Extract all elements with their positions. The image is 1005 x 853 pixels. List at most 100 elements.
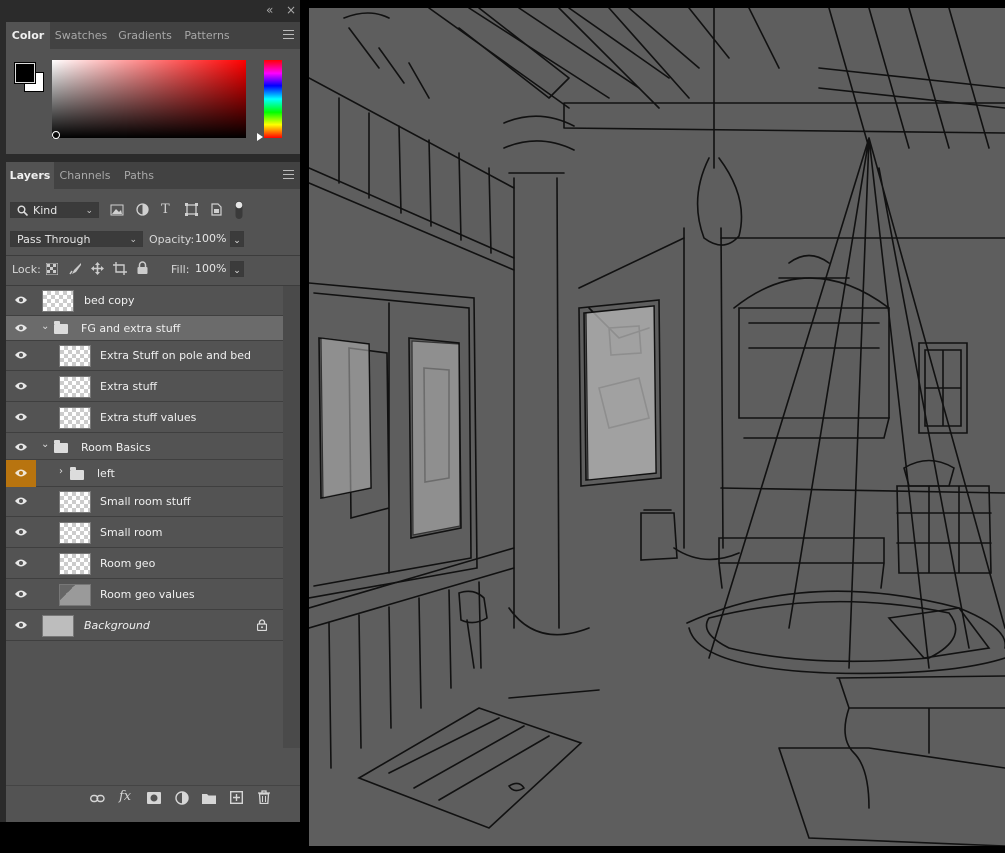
layer-name[interactable]: Room Basics [81,441,151,454]
layer-thumbnail[interactable] [42,615,74,637]
group-expand-chevron-icon[interactable]: › [59,466,63,477]
layer-thumbnail[interactable] [59,407,91,429]
smart-object-filter-icon[interactable] [210,203,222,216]
layer-row-extra-stuff-on-pole-and-bed[interactable]: Extra Stuff on pole and bed [6,341,283,371]
tab-gradients[interactable]: Gradients [112,22,178,49]
fx-icon[interactable]: fx [119,789,131,804]
layer-thumbnail[interactable] [59,584,91,606]
layer-visibility-toggle[interactable] [6,611,36,641]
lock-all-icon[interactable] [137,261,148,275]
group-icon[interactable] [202,792,216,804]
lock-transparent-pixels-icon[interactable] [46,263,58,275]
line-art-illustration [309,8,1005,846]
layer-name[interactable]: Small room stuff [100,495,191,508]
opacity-dropdown-button[interactable]: ⌄ [230,231,244,247]
eye-icon [15,443,27,451]
layer-thumbnail[interactable] [59,522,91,544]
type-layer-filter-icon[interactable]: T [161,203,170,217]
layer-lock-icon [257,619,267,631]
layer-thumbnail[interactable] [59,345,91,367]
layer-visibility-toggle[interactable] [6,434,36,460]
tab-patterns[interactable]: Patterns [178,22,236,49]
layer-row-room-geo[interactable]: Room geo [6,549,283,579]
adjustment-layer-filter-icon[interactable] [136,203,149,216]
document-canvas[interactable] [309,8,1005,846]
eye-icon [15,559,27,567]
group-collapse-chevron-icon[interactable]: ⌄ [41,321,49,332]
layer-visibility-toggle[interactable] [6,341,36,371]
layer-row-small-room[interactable]: Small room [6,518,283,548]
layer-row-small-room-stuff[interactable]: Small room stuff [6,487,283,517]
layer-name[interactable]: FG and extra stuff [81,322,180,335]
adjustment-icon[interactable] [175,791,189,805]
layer-visibility-toggle[interactable] [6,518,36,548]
layer-group-room-basics[interactable]: ⌄ Room Basics [6,434,283,460]
layer-row-extra-stuff[interactable]: Extra stuff [6,372,283,402]
layer-name[interactable]: Extra Stuff on pole and bed [100,349,251,362]
filter-row: Kind ⌄ T [6,200,300,220]
link-icon[interactable] [90,794,105,803]
fill-label: Fill: [171,263,190,276]
layer-thumbnail[interactable] [59,553,91,575]
layer-visibility-toggle[interactable] [6,580,36,610]
tab-channels[interactable]: Channels [54,162,116,189]
layer-thumbnail[interactable] [59,491,91,513]
layer-visibility-toggle[interactable] [6,403,36,433]
hue-slider-handle[interactable] [257,133,263,141]
collapse-panels-icon[interactable]: « [266,3,273,17]
tab-paths[interactable]: Paths [116,162,162,189]
layers-bottom-toolbar: fx [6,785,300,813]
group-collapse-chevron-icon[interactable]: ⌄ [41,439,49,450]
color-picker-field[interactable] [52,60,246,139]
filter-kind-select[interactable]: Kind ⌄ [10,202,99,218]
blend-mode-select[interactable]: Pass Through ⌄ [10,231,143,247]
layer-name[interactable]: Small room [100,526,163,539]
foreground-color-swatch[interactable] [14,62,36,84]
layer-group-fg-and-extra-stuff[interactable]: ⌄ FG and extra stuff [6,316,283,341]
layer-name[interactable]: Room geo values [100,588,195,601]
trash-icon[interactable] [258,790,270,804]
layer-visibility-toggle[interactable] [6,316,36,341]
layer-row-extra-stuff-values[interactable]: Extra stuff values [6,403,283,433]
folder-icon [54,321,68,334]
eye-icon [15,621,27,629]
close-panel-icon[interactable]: × [286,3,296,17]
fill-dropdown-button[interactable]: ⌄ [230,261,244,277]
layer-name[interactable]: Room geo [100,557,155,570]
tab-color[interactable]: Color [6,22,50,49]
fill-field[interactable]: 100% [193,261,231,277]
color-panel-menu-icon[interactable] [283,30,294,39]
hue-slider[interactable] [264,60,282,138]
eye-icon [15,296,27,304]
layers-panel-menu-icon[interactable] [283,170,294,179]
lock-artboard-icon[interactable] [113,262,127,275]
lock-position-icon[interactable] [91,262,104,275]
divider [6,255,300,256]
layers-scrollbar[interactable] [283,286,300,748]
layer-name[interactable]: left [97,467,115,480]
pixel-layer-filter-icon[interactable] [110,204,124,216]
layer-visibility-toggle[interactable] [6,549,36,579]
layer-name[interactable]: Background [84,619,150,632]
layer-name[interactable]: Extra stuff values [100,411,196,424]
layer-visibility-toggle[interactable] [6,487,36,517]
mask-icon[interactable] [147,792,161,804]
layer-group-left[interactable]: › left [6,460,283,487]
filter-toggle-switch[interactable] [234,200,244,220]
color-picker-cursor[interactable] [52,131,60,139]
layer-name[interactable]: bed copy [84,294,135,307]
layer-visibility-toggle[interactable] [6,372,36,402]
layer-row-bed-copy[interactable]: bed copy [6,286,283,316]
layer-thumbnail[interactable] [42,290,74,312]
shape-layer-filter-icon[interactable] [185,203,198,216]
lock-image-pixels-icon[interactable] [69,262,82,275]
layer-row-room-geo-values[interactable]: Room geo values [6,580,283,610]
layer-visibility-toggle[interactable] [6,460,36,487]
layer-name[interactable]: Extra stuff [100,380,157,393]
tab-swatches[interactable]: Swatches [50,22,112,49]
layer-visibility-toggle[interactable] [6,286,36,316]
layer-thumbnail[interactable] [59,376,91,398]
tab-layers[interactable]: Layers [6,162,54,189]
layer-row-background[interactable]: Background [6,611,283,641]
new-layer-icon[interactable] [230,791,243,804]
